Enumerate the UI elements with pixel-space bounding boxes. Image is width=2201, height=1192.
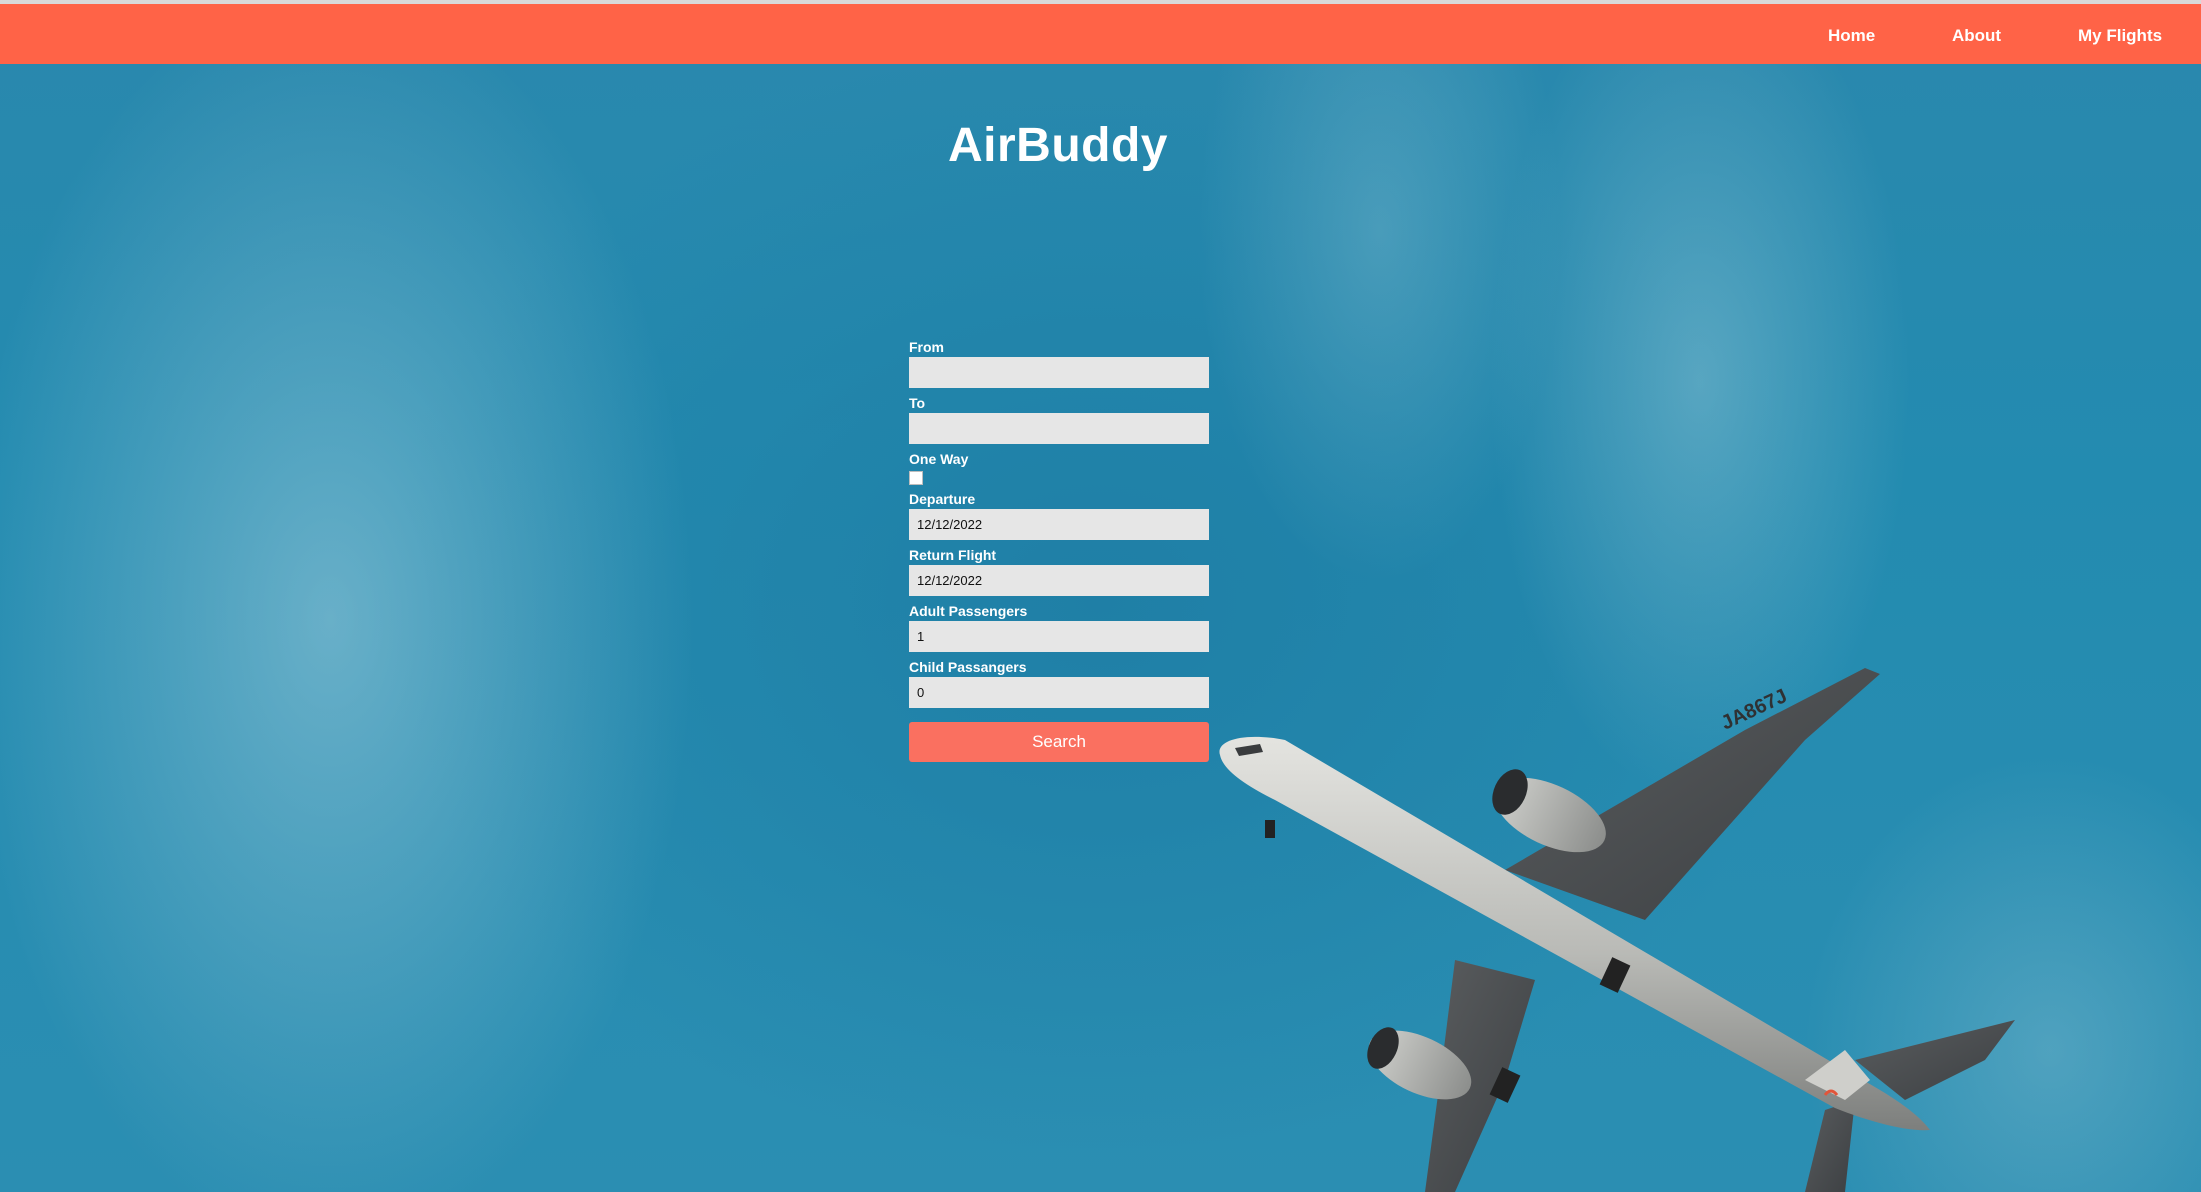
search-button[interactable]: Search (909, 722, 1209, 762)
child-passengers-input[interactable] (909, 677, 1209, 708)
departure-label: Departure (909, 491, 976, 507)
from-label: From (909, 339, 944, 355)
return-flight-label: Return Flight (909, 547, 997, 563)
airplane-image: JA867J (1219, 668, 2015, 1192)
page-title: AirBuddy (948, 119, 1168, 172)
nav-my-flights-link[interactable]: My Flights (2078, 4, 2162, 64)
to-label: To (909, 395, 926, 411)
child-passengers-label: Child Passangers (909, 659, 1027, 675)
one-way-checkbox[interactable] (909, 471, 923, 485)
nav-home-link[interactable]: Home (1828, 4, 1875, 64)
adult-passengers-input[interactable] (909, 621, 1209, 652)
adult-passengers-label: Adult Passengers (909, 603, 1028, 619)
departure-date-input[interactable] (909, 509, 1209, 540)
to-input[interactable] (909, 413, 1209, 444)
navbar: Home About My Flights (0, 4, 2201, 64)
one-way-label: One Way (909, 451, 969, 467)
from-input[interactable] (909, 357, 1209, 388)
nav-about-link[interactable]: About (1952, 4, 2001, 64)
flight-search-form: From To One Way Departure Return Flight … (909, 338, 1209, 762)
return-date-input[interactable] (909, 565, 1209, 596)
